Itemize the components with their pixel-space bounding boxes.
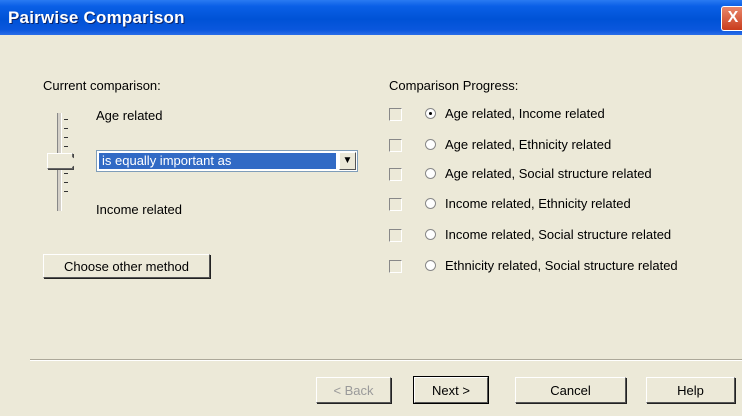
window-title: Pairwise Comparison (8, 8, 185, 27)
next-button[interactable]: Next > (413, 376, 489, 404)
slider-tick (64, 182, 68, 183)
progress-item-label[interactable]: Age related, Ethnicity related (445, 137, 611, 152)
dropdown-value: is equally important as (99, 153, 336, 169)
progress-checkbox (389, 198, 402, 211)
importance-dropdown[interactable]: is equally important as ▼ (96, 150, 358, 172)
progress-item-label[interactable]: Age related, Income related (445, 106, 605, 121)
progress-radio[interactable] (425, 198, 436, 209)
slider-tick (64, 146, 68, 147)
progress-item-label[interactable]: Income related, Ethnicity related (445, 196, 631, 211)
slider-thumb[interactable] (47, 153, 80, 169)
close-button[interactable]: X (721, 6, 742, 31)
progress-checkbox (389, 108, 402, 121)
slider-tick (64, 137, 68, 138)
choose-other-method-button[interactable]: Choose other method (43, 254, 210, 278)
footer-separator (30, 359, 742, 361)
cancel-button[interactable]: Cancel (515, 377, 626, 403)
chevron-down-icon[interactable]: ▼ (339, 152, 356, 170)
back-button[interactable]: < Back (316, 377, 391, 403)
progress-item-label[interactable]: Age related, Social structure related (445, 166, 652, 181)
progress-radio[interactable] (425, 168, 436, 179)
progress-checkbox (389, 260, 402, 273)
bottom-criterion-label: Income related (96, 202, 182, 217)
progress-radio[interactable] (425, 229, 436, 240)
progress-radio[interactable] (425, 108, 436, 119)
progress-checkbox (389, 168, 402, 181)
current-comparison-heading: Current comparison: (43, 78, 161, 93)
progress-radio[interactable] (425, 139, 436, 150)
help-button[interactable]: Help (646, 377, 735, 403)
close-icon: X (727, 9, 739, 26)
progress-item-label[interactable]: Ethnicity related, Social structure rela… (445, 258, 678, 273)
progress-checkbox (389, 229, 402, 242)
progress-heading: Comparison Progress: (389, 78, 519, 93)
slider-tick (64, 119, 68, 120)
progress-radio[interactable] (425, 260, 436, 271)
title-bar: Pairwise Comparison X (0, 0, 742, 35)
progress-checkbox (389, 139, 402, 152)
progress-item-label[interactable]: Income related, Social structure related (445, 227, 671, 242)
slider-tick (64, 128, 68, 129)
slider-tick (64, 191, 68, 192)
slider-tick (64, 173, 68, 174)
top-criterion-label: Age related (96, 108, 163, 123)
